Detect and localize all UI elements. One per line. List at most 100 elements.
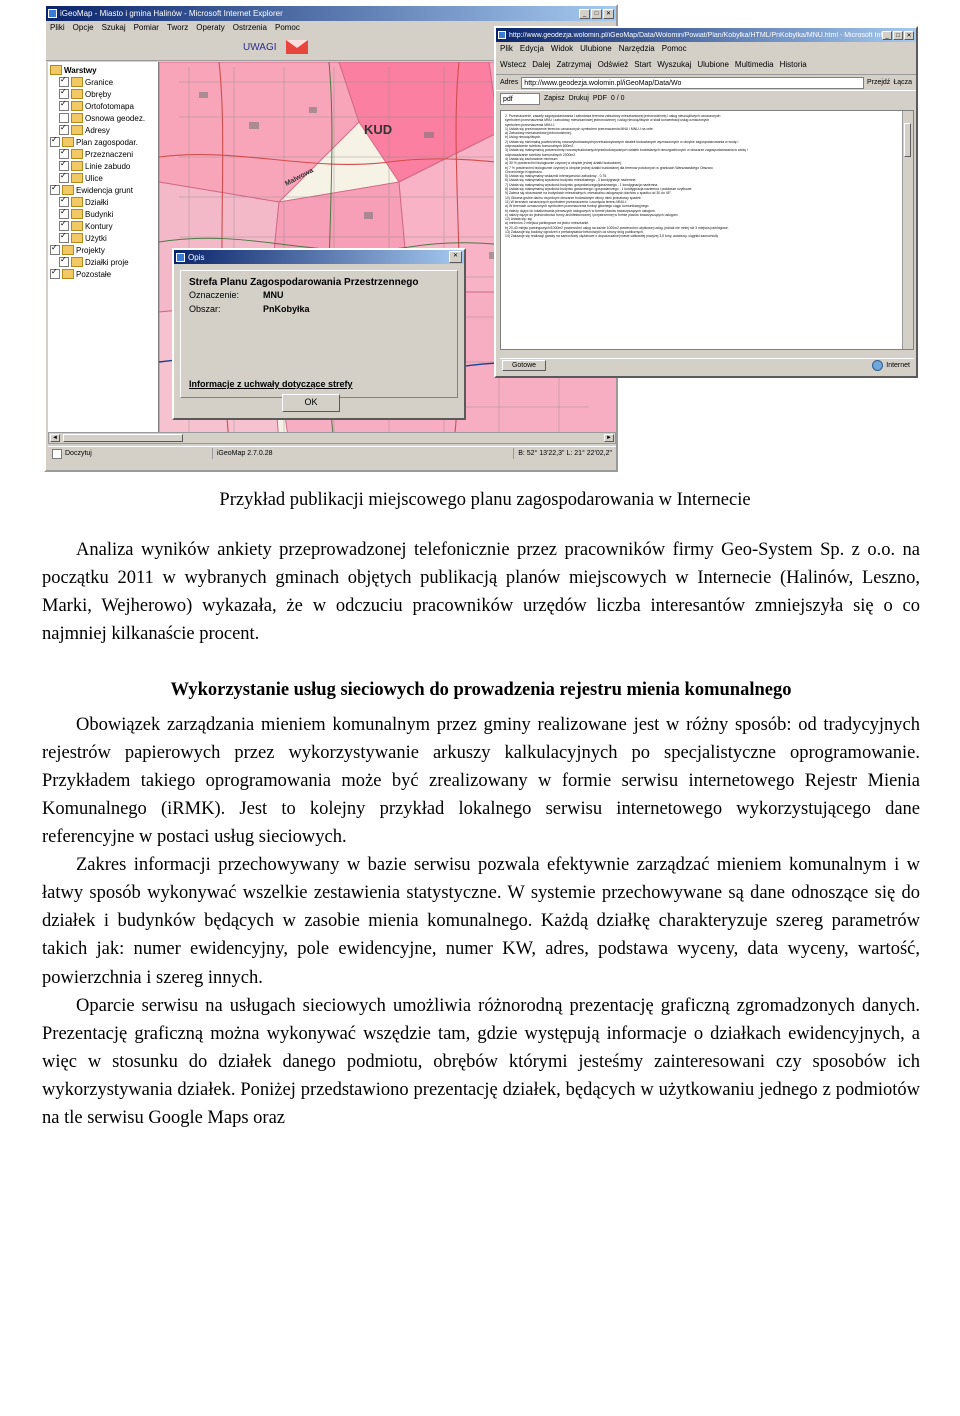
zone-label: Internet [886, 362, 910, 369]
checkbox-icon[interactable] [59, 231, 69, 243]
home-button[interactable]: Start [634, 60, 651, 69]
back-button[interactable]: Wstecz [500, 60, 526, 69]
document-scrollbar[interactable] [902, 111, 913, 349]
pan-icon[interactable] [95, 38, 112, 56]
mnu-document-view[interactable]: 2. Przeznaczenie, zasady zagospodarowani… [500, 110, 914, 350]
select-icon[interactable] [161, 38, 178, 56]
gotowe-button[interactable]: Gotowe [502, 360, 546, 371]
pdf-save-button[interactable]: Zapisz [544, 95, 565, 102]
paragraph-2: Zakres informacji przechowywany w bazie … [42, 855, 920, 988]
polyline-icon[interactable] [183, 38, 200, 56]
pdf-export-button[interactable]: PDF [593, 95, 607, 102]
menu-item-plik[interactable]: Plik [500, 44, 513, 53]
map-horizontal-scrollbar[interactable]: ◄ ► [48, 432, 616, 444]
opis-ok-button[interactable]: OK [282, 394, 340, 412]
scroll-thumb[interactable] [63, 434, 183, 442]
folder-icon [50, 65, 62, 75]
field-value: PnKobyłka [263, 304, 310, 314]
pdf-print-button[interactable]: Drukuj [569, 95, 589, 102]
stop-button[interactable]: Zatrzymaj [556, 60, 591, 69]
checkbox-icon[interactable] [59, 123, 69, 135]
checkbox-icon[interactable] [59, 207, 69, 219]
checkbox-icon[interactable] [59, 99, 69, 111]
opis-heading: Strefa Planu Zagospodarowania Przestrzen… [189, 277, 419, 288]
info-icon[interactable] [139, 38, 156, 56]
checkbox-icon[interactable] [50, 135, 60, 147]
pdf-format-select[interactable]: pdf [500, 92, 540, 105]
checkbox-icon[interactable] [59, 159, 69, 171]
mnu-toolbar[interactable]: Wstecz Dalej Zatrzymaj Odśwież Start Wys… [496, 54, 916, 75]
menu-item-edycja[interactable]: Edycja [520, 44, 544, 53]
checkbox-icon[interactable] [50, 267, 60, 279]
maximize-button[interactable]: □ [893, 30, 903, 40]
checkbox-icon[interactable] [59, 255, 69, 267]
scroll-left-arrow[interactable]: ◄ [50, 434, 60, 442]
doczytuj-checkbox[interactable] [52, 448, 62, 459]
history-button[interactable]: Historia [780, 60, 807, 69]
checkbox-icon[interactable] [50, 243, 60, 255]
layer-item-ortofotomapa[interactable]: Ortofotomapa [50, 99, 158, 112]
menu-item-szukaj[interactable]: Szukaj [102, 23, 126, 32]
checkbox-icon[interactable] [59, 171, 69, 183]
layer-item-ulice[interactable]: Ulice [50, 171, 158, 184]
arrow-icon[interactable] [51, 38, 68, 56]
layers-panel[interactable]: Warstwy Granice Obręby Ortofotomapa Osno… [48, 62, 159, 444]
opis-dialog[interactable]: Opis ✕ Strefa Planu Zagospodarowania Prz… [172, 248, 466, 420]
measure-icon[interactable] [117, 38, 134, 56]
checkbox-icon[interactable] [59, 195, 69, 207]
mnu-address-bar[interactable]: Adres http://www.geodezja.wolomin.pl/iGe… [496, 75, 916, 90]
polygon-icon[interactable] [205, 38, 222, 56]
menu-item-narzedzia[interactable]: Narzędzia [619, 44, 655, 53]
menu-item-operaty[interactable]: Operaty [196, 23, 224, 32]
menu-item-ulubione[interactable]: Ulubione [580, 44, 612, 53]
menu-item-pomoc[interactable]: Pomoc [662, 44, 687, 53]
checkbox-icon[interactable] [59, 219, 69, 231]
scroll-thumb[interactable] [904, 123, 911, 157]
links-label[interactable]: Łącza [893, 79, 912, 86]
scroll-right-arrow[interactable]: ► [604, 434, 614, 442]
minimize-button[interactable]: _ [579, 8, 590, 19]
layer-item-adresy[interactable]: Adresy [50, 123, 158, 136]
favorites-button[interactable]: Ulubione [697, 60, 729, 69]
menu-item-ostrzenia[interactable]: Ostrzenia [233, 23, 267, 32]
pdf-toolbar[interactable]: pdf Zapisz Drukuj PDF 0 / 0 [496, 90, 916, 106]
search-button[interactable]: Wyszukaj [657, 60, 691, 69]
layer-item-dzialki-proj[interactable]: Działki proje [50, 255, 158, 268]
menu-item-pomiar[interactable]: Pomiar [134, 23, 159, 32]
window-buttons[interactable]: _ □ ✕ [579, 8, 614, 19]
mail-icon[interactable] [285, 40, 308, 54]
uchwala-link[interactable]: Informacje z uchwały dotyczące strefy [189, 379, 353, 389]
mnu-title: http://www.geodezja.wolomin.pl/iGeoMap/D… [509, 31, 882, 39]
close-button[interactable]: ✕ [603, 8, 614, 19]
forward-button[interactable]: Dalej [532, 60, 550, 69]
menu-item-pliki[interactable]: Pliki [50, 23, 65, 32]
menu-item-tworz[interactable]: Tworz [167, 23, 188, 32]
address-input[interactable]: http://www.geodezja.wolomin.pl/iGeoMap/D… [521, 76, 864, 89]
checkbox-icon[interactable] [59, 75, 69, 87]
checkbox-icon[interactable] [59, 113, 69, 123]
menu-item-pomoc[interactable]: Pomoc [275, 23, 300, 32]
go-button[interactable]: Przejdź [867, 79, 890, 86]
media-button[interactable]: Multimedia [735, 60, 774, 69]
section-heading: Wykorzystanie usług sieciowych do prowad… [170, 680, 792, 701]
minimize-button[interactable]: _ [882, 30, 892, 40]
layer-item-uzytki[interactable]: Użytki [50, 231, 158, 244]
checkbox-icon[interactable] [59, 87, 69, 99]
layer-label: Adresy [85, 125, 110, 135]
mnu-menu-bar[interactable]: Plik Edycja Widok Ulubione Narzędzia Pom… [496, 42, 916, 54]
maximize-button[interactable]: □ [591, 8, 602, 19]
layer-label: Działki proje [85, 257, 129, 267]
menu-item-opcje[interactable]: Opcje [73, 23, 94, 32]
close-button[interactable]: ✕ [904, 30, 914, 40]
mnu-window-buttons[interactable]: _ □ ✕ [882, 30, 914, 40]
checkbox-icon[interactable] [50, 183, 60, 195]
zoom-icon[interactable] [73, 38, 90, 56]
uwagi-label[interactable]: UWAGI [243, 42, 277, 53]
map-label-kud: KUD [364, 122, 393, 137]
menu-item-widok[interactable]: Widok [551, 44, 573, 53]
layer-item-pozostale[interactable]: Pozostałe [50, 267, 158, 280]
opis-close-button[interactable]: ✕ [449, 251, 462, 263]
checkbox-icon[interactable] [59, 147, 69, 159]
refresh-button[interactable]: Odśwież [598, 60, 629, 69]
page-indicator: 0 / 0 [610, 95, 625, 102]
